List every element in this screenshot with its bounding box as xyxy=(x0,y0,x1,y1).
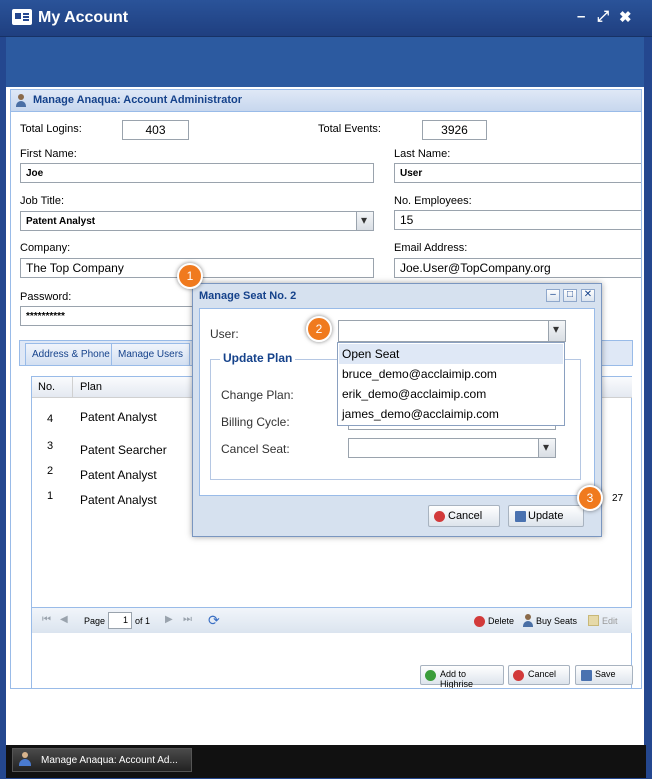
fieldset-left-border xyxy=(210,359,211,479)
user-icon xyxy=(15,94,27,107)
save-label: Save xyxy=(595,669,616,679)
fieldset-right-border xyxy=(580,359,581,479)
taskbar-item[interactable]: Manage Anaqua: Account Ad... xyxy=(12,748,192,772)
cancel-seat-label: Cancel Seat: xyxy=(221,442,290,456)
dropdown-option[interactable]: james_demo@acclaimip.com xyxy=(339,404,563,424)
employees-field[interactable]: 15 xyxy=(394,210,641,230)
total-logins-label: Total Logins: xyxy=(20,123,82,135)
buy-seats-user-icon xyxy=(522,614,534,627)
user-dropdown-icon[interactable] xyxy=(548,321,565,341)
column-divider xyxy=(72,377,73,398)
total-events-label: Total Events: xyxy=(318,123,381,135)
page-of-label: of 1 xyxy=(135,616,151,626)
cancel-button[interactable]: Cancel xyxy=(508,665,570,685)
add-to-highrise-label: Add to Highrise xyxy=(440,669,474,689)
dialog-maximize-icon[interactable]: □ xyxy=(563,289,577,302)
account-card-icon xyxy=(12,9,32,25)
row-plan: Patent Searcher xyxy=(80,443,167,457)
cancel-label: Cancel xyxy=(528,669,557,679)
tab-address-phone[interactable]: Address & Phone xyxy=(25,343,117,365)
user-label: User: xyxy=(210,327,239,341)
last-name-field[interactable]: User xyxy=(394,163,641,183)
email-field[interactable]: Joe.User@TopCompany.org xyxy=(394,258,641,278)
dropdown-option[interactable]: erik_demo@acclaimip.com xyxy=(339,384,563,404)
fieldset-bottom-border xyxy=(210,479,581,480)
minimize-icon[interactable]: – xyxy=(577,8,585,25)
page-label: Page xyxy=(84,616,106,626)
first-page-icon[interactable]: ⏮ xyxy=(42,614,51,625)
user-dropdown-list: Open Seat bruce_demo@acclaimip.com erik_… xyxy=(337,342,565,426)
cancel-seat-select[interactable] xyxy=(348,438,556,458)
taskbar-item-label: Manage Anaqua: Account Ad... xyxy=(41,755,178,766)
next-page-icon[interactable]: ▶ xyxy=(165,614,173,625)
change-plan-label: Change Plan: xyxy=(221,388,294,402)
grid-pager: ⏮ ◀ Page 1 of 1 ▶ ⏭ ⟳ Delete Buy Seats E… xyxy=(32,607,632,633)
row-plan: Patent Analyst xyxy=(80,493,157,507)
tab-manage-users[interactable]: Manage Users xyxy=(111,343,191,365)
employees-label: No. Employees: xyxy=(394,195,472,207)
dropdown-option[interactable]: Open Seat xyxy=(339,344,563,364)
step-marker: 3 xyxy=(577,485,603,511)
save-button[interactable]: Save xyxy=(575,665,633,685)
row-no: 4 xyxy=(47,413,54,425)
dialog-close-icon[interactable]: ✕ xyxy=(581,289,595,302)
row-plan: Patent Analyst xyxy=(80,468,157,482)
add-to-highrise-button[interactable]: Add to Highrise xyxy=(420,665,504,688)
last-name-label: Last Name: xyxy=(394,148,451,160)
row-no: 1 xyxy=(47,490,54,502)
last-page-icon[interactable]: ⏭ xyxy=(183,614,192,625)
column-plan[interactable]: Plan xyxy=(80,381,102,393)
row-no: 2 xyxy=(47,465,54,477)
column-no[interactable]: No. xyxy=(38,381,55,393)
delete-icon xyxy=(474,616,485,627)
cancel-icon xyxy=(434,511,445,522)
maximize-icon[interactable]: ⤢ xyxy=(597,8,609,25)
edit-icon xyxy=(588,615,599,626)
panel-title: Manage Anaqua: Account Administrator xyxy=(33,94,243,106)
cancel-icon xyxy=(513,670,524,681)
delete-button[interactable]: Delete xyxy=(488,616,514,626)
save-icon xyxy=(581,670,592,681)
window-title: My Account xyxy=(38,9,129,26)
row-no: 3 xyxy=(47,440,54,452)
billing-cycle-label: Billing Cycle: xyxy=(221,415,290,429)
buy-seats-button[interactable]: Buy Seats xyxy=(536,616,577,626)
fieldset-legend: Update Plan xyxy=(220,351,296,365)
dialog-cancel-label: Cancel xyxy=(448,510,483,522)
total-logins-field: 403 xyxy=(122,120,189,140)
email-label: Email Address: xyxy=(394,242,468,254)
first-name-label: First Name: xyxy=(20,148,77,160)
close-icon[interactable]: ✖ xyxy=(619,8,632,26)
password-label: Password: xyxy=(20,291,72,303)
step-marker: 1 xyxy=(177,263,203,289)
step-marker: 2 xyxy=(306,316,332,342)
page-number-input[interactable]: 1 xyxy=(108,612,132,629)
row-plan: Patent Analyst xyxy=(80,410,157,424)
dialog-update-label: Update xyxy=(528,510,564,522)
total-events-field: 3926 xyxy=(422,120,487,140)
dropdown-option[interactable]: bruce_demo@acclaimip.com xyxy=(339,364,563,384)
edit-button[interactable]: Edit xyxy=(602,616,618,626)
user-icon xyxy=(18,752,32,767)
add-icon xyxy=(425,670,436,681)
job-title-select[interactable]: Patent Analyst xyxy=(20,211,374,231)
job-title-label: Job Title: xyxy=(20,195,65,207)
refresh-icon[interactable]: ⟳ xyxy=(208,612,220,629)
user-select[interactable] xyxy=(338,320,566,342)
prev-page-icon[interactable]: ◀ xyxy=(60,614,68,625)
dialog-update-button[interactable]: Update xyxy=(508,505,584,527)
job-title-dropdown-icon[interactable] xyxy=(356,212,373,230)
dialog-cancel-button[interactable]: Cancel xyxy=(428,505,500,527)
row-partial-text: 27 xyxy=(612,493,624,504)
dialog-title: Manage Seat No. 2 xyxy=(199,290,297,302)
company-label: Company: xyxy=(20,242,71,254)
save-icon xyxy=(515,511,526,522)
dialog-minimize-icon[interactable]: – xyxy=(546,289,560,302)
cancel-seat-dropdown-icon[interactable] xyxy=(538,439,555,457)
first-name-field[interactable]: Joe xyxy=(20,163,374,183)
window-band xyxy=(6,37,644,87)
